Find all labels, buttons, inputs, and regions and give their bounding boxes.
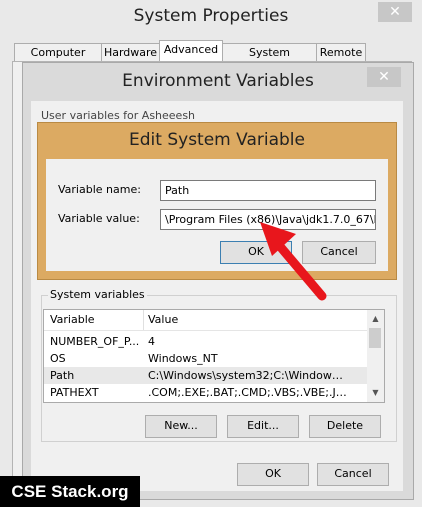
row-value: C:\Windows\system32;C:\Windows;C:\... — [148, 369, 348, 382]
system-properties-title: System Properties — [133, 6, 289, 26]
table-row-selected[interactable]: Path C:\Windows\system32;C:\Windows;C:\.… — [44, 367, 368, 384]
environment-ok-button[interactable]: OK — [237, 463, 309, 486]
list-header: Variable Value — [44, 310, 368, 331]
row-value: Windows_NT — [148, 352, 218, 365]
tab-remote[interactable]: Remote — [316, 43, 366, 62]
system-variables-label: System variables — [48, 288, 147, 301]
watermark-label: CSE Stack.org — [0, 476, 140, 507]
row-value: 4 — [148, 335, 155, 348]
column-header-variable[interactable]: Variable — [50, 310, 142, 330]
edit-system-variable-dialog: Edit System Variable Variable name: Path… — [37, 122, 397, 280]
table-row[interactable]: OS Windows_NT — [44, 350, 368, 367]
new-button[interactable]: New... — [145, 415, 217, 438]
row-variable: Path — [50, 369, 75, 382]
column-header-value[interactable]: Value — [148, 310, 348, 330]
edit-button[interactable]: Edit... — [227, 415, 299, 438]
environment-variables-title: Environment Variables — [122, 71, 314, 91]
variable-name-label: Variable name: — [58, 183, 141, 196]
scroll-up-icon[interactable]: ▲ — [367, 312, 384, 326]
row-value: .COM;.EXE;.BAT;.CMD;.VBS;.VBE;.JS;.... — [148, 386, 348, 399]
row-variable: OS — [50, 352, 66, 365]
tab-computer-name[interactable]: Computer Name — [14, 43, 102, 76]
user-variables-label: User variables for Asheeesh — [41, 109, 196, 122]
environment-variables-close-button[interactable]: ✕ — [367, 67, 401, 87]
tab-system-protection[interactable]: System Protection — [222, 43, 317, 76]
variable-name-field[interactable]: Path — [160, 180, 376, 201]
red-arrow-icon — [260, 222, 327, 301]
row-variable: NUMBER_OF_P... — [50, 335, 140, 348]
system-variables-list[interactable]: Variable Value NUMBER_OF_P... 4 OS Windo… — [43, 309, 369, 403]
row-variable: PATHEXT — [50, 386, 99, 399]
list-scrollbar[interactable]: ▲ ▼ — [367, 309, 385, 403]
delete-button[interactable]: Delete — [309, 415, 381, 438]
scrollbar-thumb[interactable] — [369, 328, 381, 348]
system-properties-close-button[interactable]: ✕ — [378, 2, 412, 22]
scroll-down-icon[interactable]: ▼ — [367, 386, 384, 400]
environment-cancel-button[interactable]: Cancel — [317, 463, 389, 486]
tab-hardware[interactable]: Hardware — [101, 43, 160, 62]
variable-value-label: Variable value: — [58, 212, 140, 225]
edit-dialog-title: Edit System Variable — [129, 130, 305, 150]
table-row[interactable]: PATHEXT .COM;.EXE;.BAT;.CMD;.VBS;.VBE;.J… — [44, 384, 368, 401]
tab-advanced[interactable]: Advanced — [159, 40, 223, 63]
table-row[interactable]: NUMBER_OF_P... 4 — [44, 333, 368, 350]
